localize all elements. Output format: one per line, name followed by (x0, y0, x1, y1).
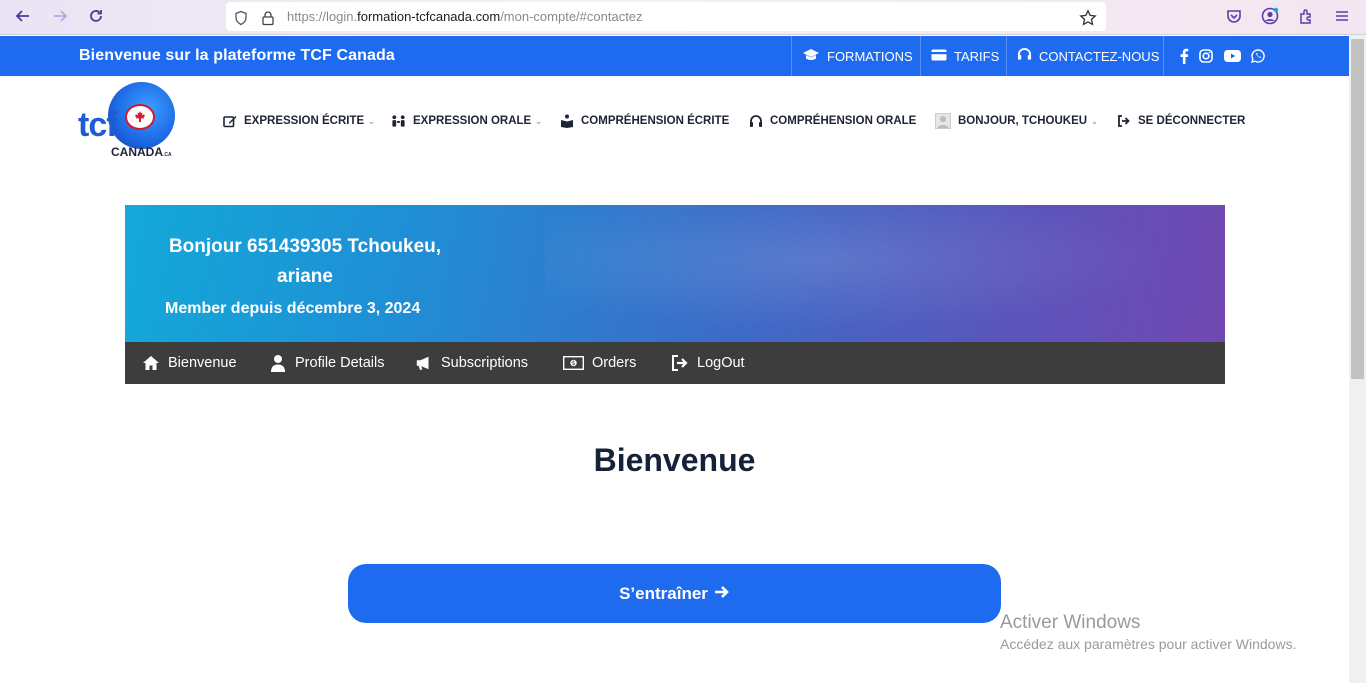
home-icon (142, 354, 160, 372)
account-icon[interactable] (1260, 6, 1280, 26)
divider (1163, 36, 1164, 76)
banner-background-photo (545, 205, 1225, 342)
svg-text:$: $ (572, 360, 576, 367)
browser-toolbar: https://login.formation-tcfcanada.com/mo… (0, 0, 1366, 35)
top-link-contact[interactable]: CONTACTEZ-NOUS (1006, 36, 1159, 76)
headset-icon (1017, 47, 1032, 65)
youtube-icon[interactable] (1223, 48, 1241, 64)
menu-icon[interactable] (1332, 6, 1352, 26)
whatsapp-icon[interactable] (1250, 48, 1266, 64)
menu-label: COMPRÉHENSION ÉCRITE (581, 115, 730, 127)
watermark-subtitle: Accédez aux paramètres pour activer Wind… (1000, 636, 1297, 652)
menu-label: COMPRÉHENSION ORALE (770, 115, 917, 127)
money-icon: $ (563, 354, 584, 372)
logo-canada-text: CANADA.CA (111, 145, 172, 159)
menu-user-account[interactable]: BONJOUR, TCHOUKEU ⌄ (935, 112, 1098, 130)
menu-label: EXPRESSION ÉCRITE (244, 115, 365, 127)
reader-icon (559, 114, 574, 129)
account-nav-label: Subscriptions (441, 355, 529, 371)
top-link-label: CONTACTEZ-NOUS (1039, 48, 1160, 64)
arrow-right-icon (714, 584, 730, 604)
top-link-tarifs[interactable]: TARIFS (920, 36, 999, 76)
account-nav-subscriptions[interactable]: Subscriptions (415, 342, 528, 384)
account-nav-label: Profile Details (295, 355, 385, 371)
train-button[interactable]: S’entraîner (348, 564, 1001, 623)
greeting-line-1: Bonjour 651439305 Tchoukeu, (168, 236, 442, 257)
member-since: Member depuis décembre 3, 2024 (165, 300, 421, 317)
site-logo[interactable]: tcf CANADA.CA (78, 82, 178, 160)
top-link-formations[interactable]: FORMATIONS (791, 36, 913, 76)
chevron-down-icon: ⌄ (535, 116, 542, 126)
back-icon[interactable] (10, 4, 36, 28)
top-bar: Bienvenue sur la plateforme TCF Canada F… (0, 36, 1349, 76)
top-link-label: FORMATIONS (827, 48, 913, 64)
url-text: https://login.formation-tcfcanada.com/mo… (287, 9, 643, 24)
train-button-label: S’entraîner (619, 583, 708, 603)
account-nav-label: LogOut (697, 355, 745, 371)
graduation-cap-icon (802, 48, 820, 65)
edit-icon (222, 114, 237, 129)
menu-label: BONJOUR, TCHOUKEU (958, 115, 1088, 127)
account-nav-label: Orders (592, 355, 637, 371)
chevron-down-icon: ⌄ (368, 116, 375, 126)
account-nav: Bienvenue Profile Details Subscriptions … (125, 342, 1225, 384)
facebook-icon[interactable] (1176, 48, 1192, 64)
windows-activation-watermark: Activer Windows Accédez aux paramètres p… (1000, 612, 1296, 652)
reload-icon[interactable] (83, 4, 109, 28)
forward-icon[interactable] (47, 4, 73, 28)
megaphone-icon (415, 354, 433, 372)
maple-leaf-icon (125, 104, 155, 130)
account-nav-profile[interactable]: Profile Details (269, 342, 384, 384)
shield-icon[interactable] (231, 8, 251, 28)
address-bar[interactable]: https://login.formation-tcfcanada.com/mo… (226, 2, 1106, 31)
headphones-icon (748, 114, 763, 129)
scrollbar-thumb[interactable] (1351, 39, 1364, 379)
account-nav-label: Bienvenue (168, 355, 237, 371)
credit-card-icon (931, 49, 947, 64)
sign-out-icon (1116, 114, 1131, 129)
page-scrollbar[interactable] (1349, 35, 1366, 683)
logo-tcf-text: tcf (78, 106, 118, 144)
greeting-line-2: ariane (277, 266, 333, 287)
menu-expression-ecrite[interactable]: EXPRESSION ÉCRITE ⌄ (222, 112, 375, 130)
user-icon (269, 354, 287, 372)
top-link-label: TARIFS (954, 48, 1000, 64)
menu-expression-orale[interactable]: EXPRESSION ORALE ⌄ (391, 112, 542, 130)
account-nav-bienvenue[interactable]: Bienvenue (142, 342, 237, 384)
people-talking-icon (391, 114, 406, 129)
topbar-title: Bienvenue sur la plateforme TCF Canada (79, 47, 395, 64)
menu-comprehension-ecrite[interactable]: COMPRÉHENSION ÉCRITE (559, 112, 729, 130)
page-title: Bienvenue (593, 442, 756, 478)
bookmark-star-icon[interactable] (1078, 8, 1098, 28)
menu-label: EXPRESSION ORALE (413, 115, 532, 127)
menu-label: SE DÉCONNECTER (1138, 115, 1246, 127)
menu-logout[interactable]: SE DÉCONNECTER (1116, 112, 1245, 130)
greeting: Bonjour 651439305 Tchoukeu, ariane (155, 232, 455, 292)
profile-banner: Bonjour 651439305 Tchoukeu, ariane Membe… (125, 205, 1225, 342)
instagram-icon[interactable] (1198, 48, 1214, 64)
chevron-down-icon: ⌄ (1091, 116, 1098, 126)
lock-icon[interactable] (258, 8, 278, 28)
menu-comprehension-orale[interactable]: COMPRÉHENSION ORALE (748, 112, 916, 130)
watermark-title: Activer Windows (1000, 612, 1141, 633)
account-nav-logout[interactable]: LogOut (671, 342, 745, 384)
avatar (935, 113, 951, 129)
sign-out-icon (671, 354, 689, 372)
extensions-icon[interactable] (1296, 6, 1316, 26)
pocket-icon[interactable] (1224, 6, 1244, 26)
account-nav-orders[interactable]: $ Orders (563, 342, 636, 384)
